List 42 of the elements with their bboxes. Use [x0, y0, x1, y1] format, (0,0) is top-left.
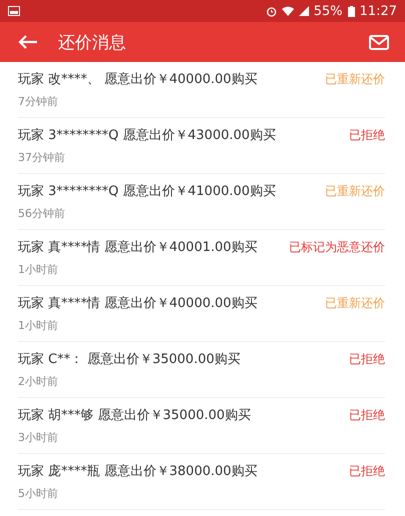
offer-status: 已重新还价: [325, 70, 385, 88]
offer-status: 已重新还价: [325, 294, 385, 312]
message-item[interactable]: 玩家 3********Q 愿意出价￥41000.00购买 已重新还价 56分钟前: [18, 174, 385, 230]
offer-text: 玩家 3********Q 愿意出价￥41000.00购买: [18, 183, 276, 200]
page-title: 还价消息: [58, 32, 126, 54]
battery-percent: 55%: [314, 4, 343, 18]
message-item[interactable]: 玩家 胡***够 愿意出价￥35000.00购买 已拒绝 3小时前: [18, 398, 385, 454]
alarm-icon: [266, 6, 277, 16]
time-ago: 7分钟前: [18, 94, 59, 109]
offer-text: 玩家 庞****瓶 愿意出价￥38000.00购买: [18, 463, 258, 480]
offer-status: 已拒绝: [349, 350, 385, 368]
offer-text: 玩家 3********Q 愿意出价￥43000.00购买: [18, 127, 276, 144]
message-item[interactable]: 玩家 真****情 愿意出价￥40001.00购买 已标记为恶意还价 1小时前: [18, 230, 385, 286]
signal-icon: [298, 6, 309, 16]
offer-status: 已拒绝: [349, 406, 385, 424]
time-ago: 3小时前: [18, 430, 59, 445]
time-ago: 56分钟前: [18, 206, 66, 221]
time-ago: 5小时前: [18, 486, 59, 501]
mail-icon[interactable]: [369, 34, 389, 50]
offer-status: 已标记为恶意还价: [289, 238, 385, 256]
offer-status: 已拒绝: [349, 126, 385, 144]
time-ago: 2小时前: [18, 374, 59, 389]
clock: 11:27: [360, 4, 397, 18]
message-item[interactable]: 玩家 改****、 愿意出价￥40000.00购买 已重新还价 7分钟前: [18, 62, 385, 118]
offer-text: 玩家 胡***够 愿意出价￥35000.00购买: [18, 407, 251, 424]
battery-icon: [348, 6, 355, 16]
offer-text: 玩家 改****、 愿意出价￥40000.00购买: [18, 71, 258, 88]
offer-status: 已拒绝: [349, 462, 385, 480]
back-arrow-icon[interactable]: [18, 34, 38, 50]
time-ago: 37分钟前: [18, 150, 66, 165]
offer-text: 玩家 真****情 愿意出价￥40001.00购买: [18, 239, 258, 256]
message-item[interactable]: 玩家 庞****瓶 愿意出价￥38000.00购买 已拒绝 5小时前: [18, 454, 385, 510]
message-item[interactable]: 玩家 3********Q 愿意出价￥43000.00购买 已拒绝 37分钟前: [18, 118, 385, 174]
offer-text: 玩家 真****情 愿意出价￥40000.00购买: [18, 295, 258, 312]
offer-status: 已重新还价: [325, 182, 385, 200]
offer-text: 玩家 C**： 愿意出价￥35000.00购买: [18, 351, 240, 368]
message-item[interactable]: 玩家 C**： 愿意出价￥35000.00购买 已拒绝 2小时前: [18, 342, 385, 398]
time-ago: 1小时前: [18, 318, 59, 333]
time-ago: 1小时前: [18, 262, 59, 277]
wifi-icon: [282, 6, 294, 16]
gallery-icon: [8, 6, 20, 16]
message-item[interactable]: 玩家 真****情 愿意出价￥40000.00购买 已重新还价 1小时前: [18, 286, 385, 342]
